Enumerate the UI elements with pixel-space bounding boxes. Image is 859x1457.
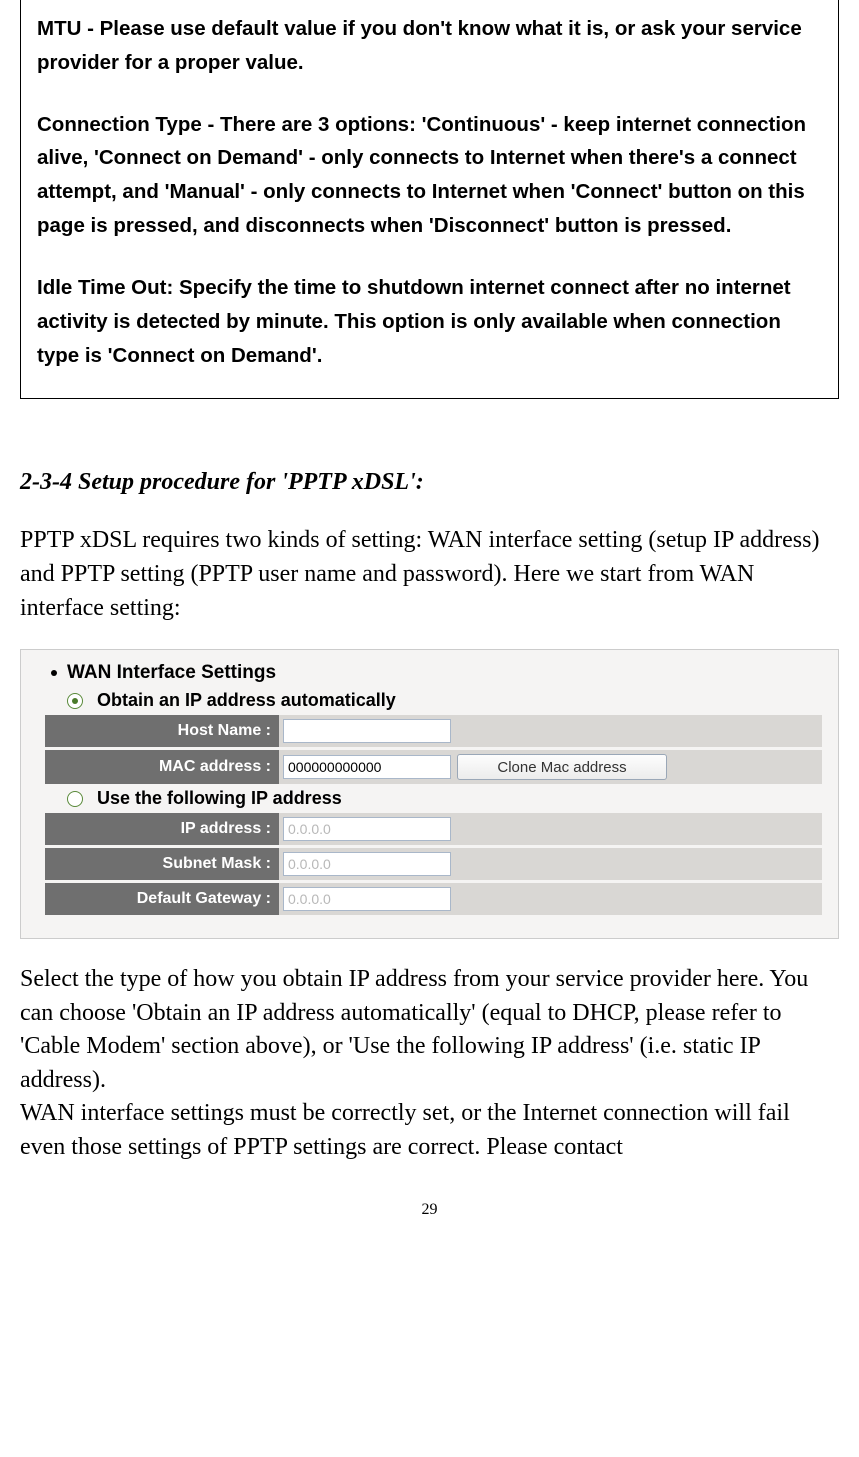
info-idle-timeout: Idle Time Out: Specify the time to shutd… [37,271,822,372]
page-number: 29 [20,1201,839,1219]
clone-mac-button[interactable]: Clone Mac address [457,754,667,780]
info-mtu: MTU - Please use default value if you do… [37,12,822,80]
info-connection-type: Connection Type - There are 3 options: '… [37,108,822,243]
radio-row-auto[interactable]: Obtain an IP address automatically [31,690,828,711]
radio-auto-label: Obtain an IP address automatically [97,690,396,711]
after-text: Select the type of how you obtain IP add… [20,963,839,1165]
input-host-name[interactable] [283,719,451,743]
row-ip-address: IP address : [45,813,822,845]
radio-auto[interactable] [67,693,83,709]
row-subnet-mask: Subnet Mask : [45,848,822,880]
intro-text: PPTP xDSL requires two kinds of setting:… [20,524,839,625]
row-host-name: Host Name : [45,715,822,747]
input-mac-address[interactable] [283,755,451,779]
section-heading: 2-3-4 Setup procedure for 'PPTP xDSL': [20,469,839,496]
label-default-gateway: Default Gateway : [45,883,279,915]
row-default-gateway: Default Gateway : [45,883,822,915]
radio-row-static[interactable]: Use the following IP address [31,788,828,809]
wan-title: WAN Interface Settings [67,662,276,684]
label-ip-address: IP address : [45,813,279,845]
wan-interface-panel: WAN Interface Settings Obtain an IP addr… [20,649,839,939]
row-mac-address: MAC address : Clone Mac address [45,750,822,784]
input-ip-address[interactable] [283,817,451,841]
input-default-gateway[interactable] [283,887,451,911]
bullet-icon [51,670,57,676]
info-box: MTU - Please use default value if you do… [20,0,839,399]
input-subnet-mask[interactable] [283,852,451,876]
radio-static-label: Use the following IP address [97,788,342,809]
label-mac-address: MAC address : [45,750,279,784]
label-host-name: Host Name : [45,715,279,747]
label-subnet-mask: Subnet Mask : [45,848,279,880]
radio-static[interactable] [67,791,83,807]
